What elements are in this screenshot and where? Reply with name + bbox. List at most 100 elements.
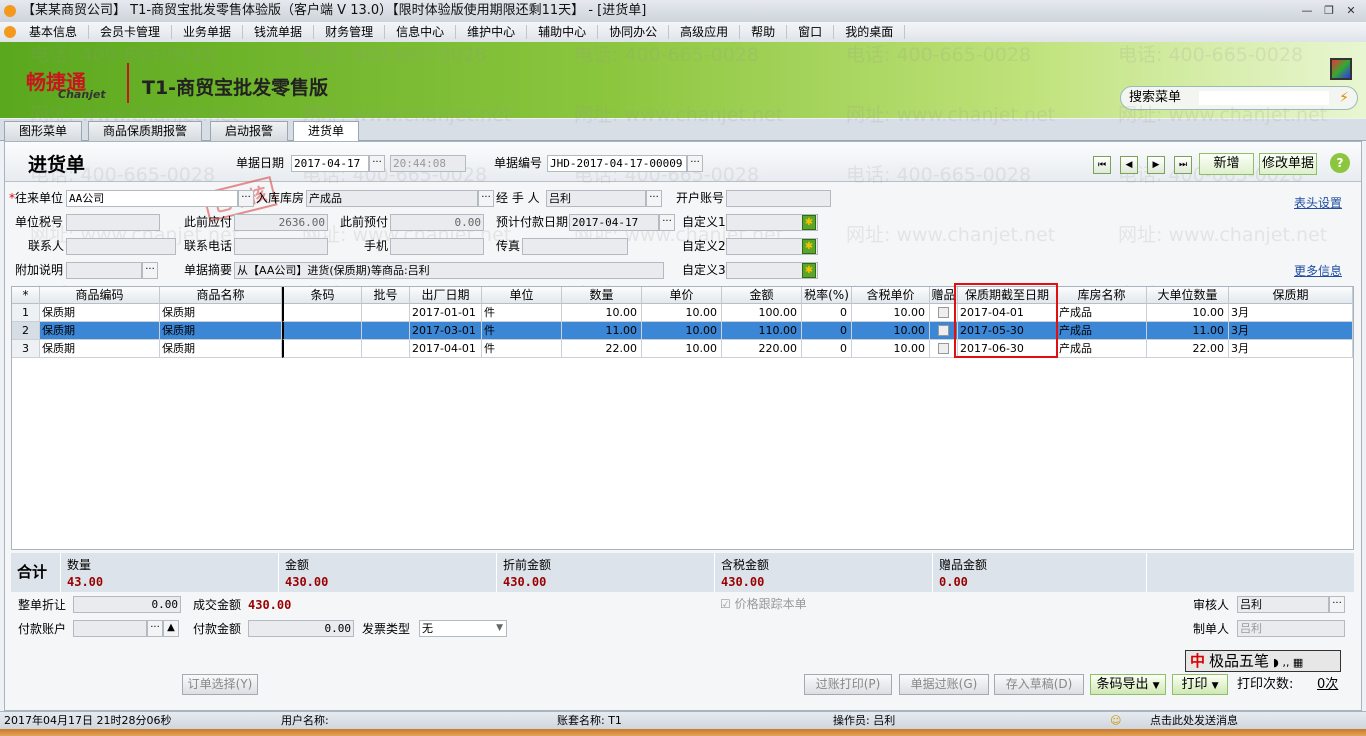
order-select-button[interactable]: 订单选择(Y) — [182, 674, 258, 695]
taxno-field[interactable] — [66, 214, 160, 231]
menu-item[interactable]: 协同办公 — [598, 25, 670, 39]
table-cell[interactable]: 保质期 — [40, 304, 160, 322]
note-field[interactable] — [66, 262, 142, 279]
header-settings-link[interactable]: 表头设置 — [1294, 194, 1342, 211]
note-picker[interactable]: ··· — [142, 262, 158, 279]
table-cell[interactable] — [362, 322, 410, 340]
menu-item[interactable]: 基本信息 — [18, 25, 90, 39]
tab-startup-alert[interactable]: 启动报警 — [210, 121, 289, 141]
pay-amount-field[interactable]: 0.00 — [248, 620, 354, 637]
account-field[interactable] — [726, 190, 831, 207]
table-cell[interactable]: 保质期 — [160, 304, 282, 322]
menu-item[interactable]: 财务管理 — [314, 25, 386, 39]
edit-document-button[interactable]: 修改单据 — [1259, 153, 1317, 175]
fax-field[interactable] — [522, 238, 628, 255]
table-cell[interactable]: 保质期 — [40, 322, 160, 340]
column-header[interactable]: 数量 — [562, 287, 642, 304]
help-icon[interactable]: ? — [1330, 153, 1350, 173]
table-cell[interactable]: 保质期 — [160, 340, 282, 358]
column-header[interactable]: 税率(%) — [802, 287, 852, 304]
table-cell[interactable]: 22.00 — [1147, 340, 1229, 358]
handler-picker[interactable]: ··· — [646, 190, 662, 207]
phone-field[interactable] — [234, 238, 328, 255]
table-cell[interactable]: 10.00 — [852, 340, 930, 358]
table-cell[interactable]: 保质期 — [40, 340, 160, 358]
column-header[interactable]: 含税单价 — [852, 287, 930, 304]
table-cell[interactable]: 3月 — [1229, 340, 1353, 358]
table-cell[interactable]: 产成品 — [1057, 322, 1147, 340]
next-record-button[interactable]: ▶ — [1147, 156, 1165, 174]
partner-field[interactable]: AA公司 — [66, 190, 238, 207]
last-record-button[interactable]: ⏭ — [1174, 156, 1192, 174]
barcode-export-button[interactable]: 条码导出 ▼ — [1090, 674, 1166, 695]
table-cell[interactable]: 10.00 — [1147, 304, 1229, 322]
table-cell[interactable]: 2017-01-01 — [410, 304, 482, 322]
gift-checkbox[interactable] — [938, 343, 949, 354]
table-cell[interactable]: 保质期 — [160, 322, 282, 340]
reviewer-picker[interactable]: ··· — [1329, 596, 1345, 613]
post-button[interactable]: 单据过账(G) — [899, 674, 989, 695]
close-button[interactable]: ✕ — [1342, 3, 1360, 18]
doc-no-field[interactable]: JHD-2017-04-17-00009 — [547, 155, 687, 172]
column-header[interactable]: 保质期 — [1229, 287, 1353, 304]
menu-item[interactable]: 窗口 — [787, 25, 835, 39]
column-header[interactable]: 大单位数量 — [1147, 287, 1229, 304]
gift-checkbox[interactable] — [938, 325, 949, 336]
warehouse-field[interactable]: 产成品 — [306, 190, 478, 207]
table-cell[interactable] — [362, 304, 410, 322]
custom3-settings-icon[interactable]: ✱ — [802, 263, 816, 278]
table-cell[interactable]: 11.00 — [562, 322, 642, 340]
minimize-button[interactable]: — — [1298, 3, 1316, 18]
table-cell[interactable]: 产成品 — [1057, 340, 1147, 358]
table-cell[interactable]: 10.00 — [642, 322, 722, 340]
menu-item[interactable]: 会员卡管理 — [89, 25, 173, 39]
menu-item[interactable]: 高级应用 — [669, 25, 741, 39]
save-draft-button[interactable]: 存入草稿(D) — [994, 674, 1084, 695]
pay-account-spin[interactable]: ▲ — [163, 620, 179, 637]
table-cell[interactable]: 22.00 — [562, 340, 642, 358]
discount-field[interactable]: 0.00 — [73, 596, 181, 613]
prev-record-button[interactable]: ◀ — [1120, 156, 1138, 174]
menu-item[interactable]: 钱流单据 — [243, 25, 315, 39]
tab-graphic-menu[interactable]: 图形菜单 — [4, 121, 83, 141]
price-track-checkbox[interactable]: ☑ 价格跟踪本单 — [720, 596, 807, 612]
tab-shelf-life-alert[interactable]: 商品保质期报警 — [88, 121, 203, 141]
search-bolt-icon[interactable]: ⚡ — [1339, 87, 1349, 109]
column-header[interactable]: 单价 — [642, 287, 722, 304]
menu-item[interactable]: 维护中心 — [456, 25, 528, 39]
handler-field[interactable]: 吕利 — [546, 190, 646, 207]
new-button[interactable]: 新增 — [1199, 153, 1254, 175]
table-cell[interactable]: 件 — [482, 304, 562, 322]
table-cell[interactable] — [362, 340, 410, 358]
search-input[interactable] — [1199, 91, 1329, 105]
ime-toolbar[interactable]: 中极品五笔 ◗ ‚‚ ▦ — [1185, 650, 1341, 672]
search-menu[interactable]: 搜索菜单 ⚡ — [1120, 86, 1358, 110]
table-cell[interactable]: 10.00 — [852, 322, 930, 340]
menu-item[interactable]: 我的桌面 — [834, 25, 906, 39]
warehouse-picker[interactable]: ··· — [478, 190, 494, 207]
table-cell[interactable]: 10.00 — [642, 340, 722, 358]
table-cell[interactable]: 100.00 — [722, 304, 802, 322]
column-header[interactable]: 商品名称 — [160, 287, 282, 304]
print-button[interactable]: 打印 ▼ — [1172, 674, 1228, 695]
column-header[interactable]: 条码 — [282, 287, 362, 304]
table-cell[interactable]: 3月 — [1229, 304, 1353, 322]
column-header[interactable]: 单位 — [482, 287, 562, 304]
table-cell[interactable]: 1 — [12, 304, 40, 322]
column-header[interactable]: * — [12, 287, 40, 304]
table-cell[interactable] — [282, 322, 362, 340]
table-cell[interactable]: 3月 — [1229, 322, 1353, 340]
table-cell[interactable]: 10.00 — [642, 304, 722, 322]
table-cell[interactable]: 产成品 — [1057, 304, 1147, 322]
pay-date-picker[interactable]: ··· — [659, 214, 675, 231]
column-header[interactable]: 出厂日期 — [410, 287, 482, 304]
table-cell[interactable]: 2017-03-01 — [410, 322, 482, 340]
date-picker-button[interactable]: ··· — [369, 155, 385, 172]
tab-purchase-order[interactable]: 进货单 — [293, 121, 360, 141]
gift-checkbox[interactable] — [938, 307, 949, 318]
column-header[interactable]: 金额 — [722, 287, 802, 304]
invoice-select[interactable]: 无 ▼ — [419, 620, 507, 637]
menu-item[interactable]: 信息中心 — [385, 25, 457, 39]
custom2-settings-icon[interactable]: ✱ — [802, 239, 816, 254]
custom1-settings-icon[interactable]: ✱ — [802, 215, 816, 230]
